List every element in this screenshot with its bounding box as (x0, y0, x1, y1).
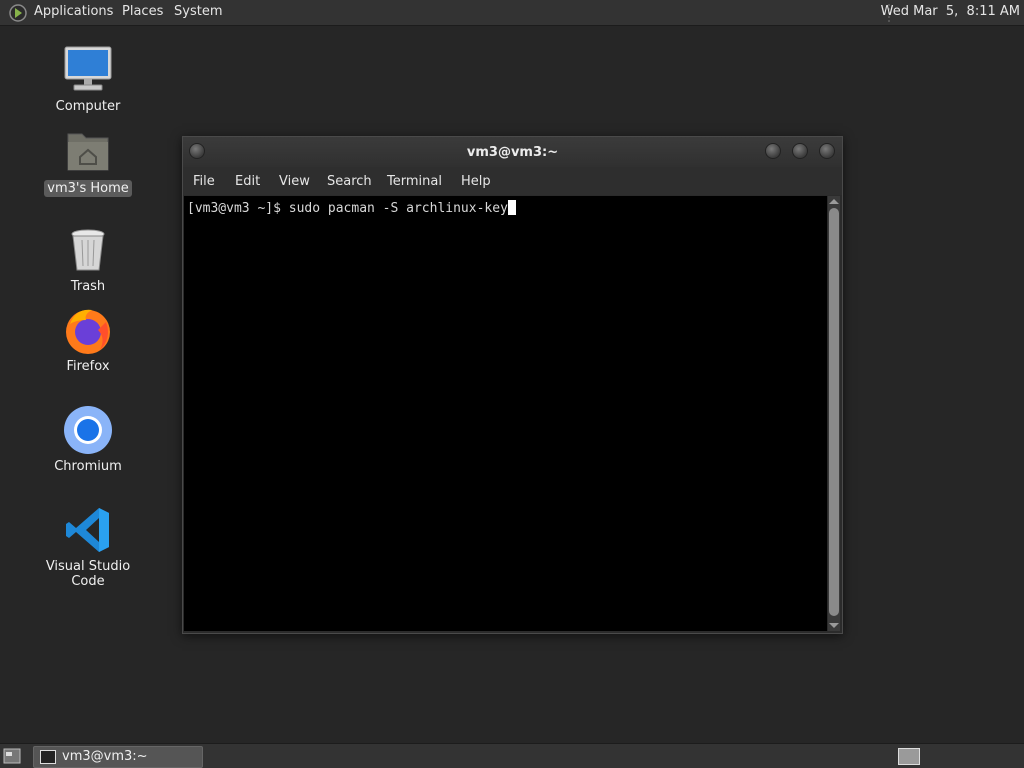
desktop-screen: Applications Places System Wed Mar 5, 8:… (0, 0, 1024, 768)
command-line: [vm3@vm3 ~]$ sudo pacman -S archlinux-ke… (187, 200, 516, 216)
show-desktop-icon[interactable] (3, 748, 21, 764)
desktop-icon-label: Firefox (66, 359, 110, 374)
clock[interactable]: Wed Mar 5, 8:11 AM (881, 4, 1020, 19)
menu-help[interactable]: Help (461, 174, 491, 189)
desktop-icon-vscode[interactable]: Visual Studio Code (28, 504, 148, 590)
scroll-down-arrow-icon[interactable] (829, 623, 839, 628)
menu-terminal[interactable]: Terminal (387, 174, 442, 189)
menu-view[interactable]: View (279, 174, 310, 189)
firefox-icon (62, 304, 114, 356)
desktop-icon-label: vm3's Home (44, 180, 132, 197)
terminal-output[interactable]: [vm3@vm3 ~]$ sudo pacman -S archlinux-ke… (184, 196, 827, 631)
desktop-icon-label: Computer (55, 99, 121, 114)
shell-prompt: [vm3@vm3 ~]$ (187, 201, 289, 216)
taskbar-label: vm3@vm3:~ (62, 749, 148, 764)
menu-file[interactable]: File (193, 174, 215, 189)
window-titlebar[interactable]: vm3@vm3:~ (183, 137, 842, 167)
menu-edit[interactable]: Edit (235, 174, 260, 189)
applications-menu[interactable]: Applications (34, 4, 113, 19)
vscode-icon (62, 504, 114, 556)
typed-command: sudo pacman -S archlinux-key (288, 201, 508, 216)
workspace-switcher[interactable] (898, 748, 920, 765)
mate-logo-icon[interactable] (8, 3, 28, 23)
desktop-icon-label: Trash (70, 279, 106, 294)
text-cursor (507, 200, 516, 215)
trash-icon (62, 224, 114, 276)
desktop-icon-computer[interactable]: Computer (28, 44, 148, 115)
taskbar-terminal-button[interactable]: vm3@vm3:~ (33, 746, 203, 768)
close-button[interactable] (819, 143, 835, 159)
terminal-menubar: File Edit View Search Terminal Help (183, 167, 842, 195)
desktop-icon-trash[interactable]: Trash (28, 224, 148, 295)
terminal-scrollbar[interactable] (828, 196, 840, 631)
window-title: vm3@vm3:~ (466, 145, 559, 160)
desktop-icon-home[interactable]: vm3's Home (28, 126, 148, 197)
scrollbar-thumb[interactable] (829, 208, 839, 616)
menu-search[interactable]: Search (327, 174, 372, 189)
computer-icon (62, 44, 114, 96)
terminal-window: vm3@vm3:~ File Edit View Search Terminal… (182, 136, 843, 634)
bottom-panel: vm3@vm3:~ (0, 743, 1024, 768)
chromium-icon (62, 404, 114, 456)
desktop-icon-label: Visual Studio Code (45, 559, 131, 589)
desktop-icon-firefox[interactable]: Firefox (28, 304, 148, 375)
scroll-up-arrow-icon[interactable] (829, 199, 839, 204)
home-folder-icon (62, 126, 114, 178)
maximize-button[interactable] (792, 143, 808, 159)
minimize-button[interactable] (765, 143, 781, 159)
top-panel: Applications Places System Wed Mar 5, 8:… (0, 0, 1024, 26)
desktop-icon-chromium[interactable]: Chromium (28, 404, 148, 475)
terminal-icon (40, 750, 56, 764)
desktop-icon-label: Chromium (54, 459, 122, 474)
places-menu[interactable]: Places (122, 4, 163, 19)
system-menu[interactable]: System (174, 4, 222, 19)
